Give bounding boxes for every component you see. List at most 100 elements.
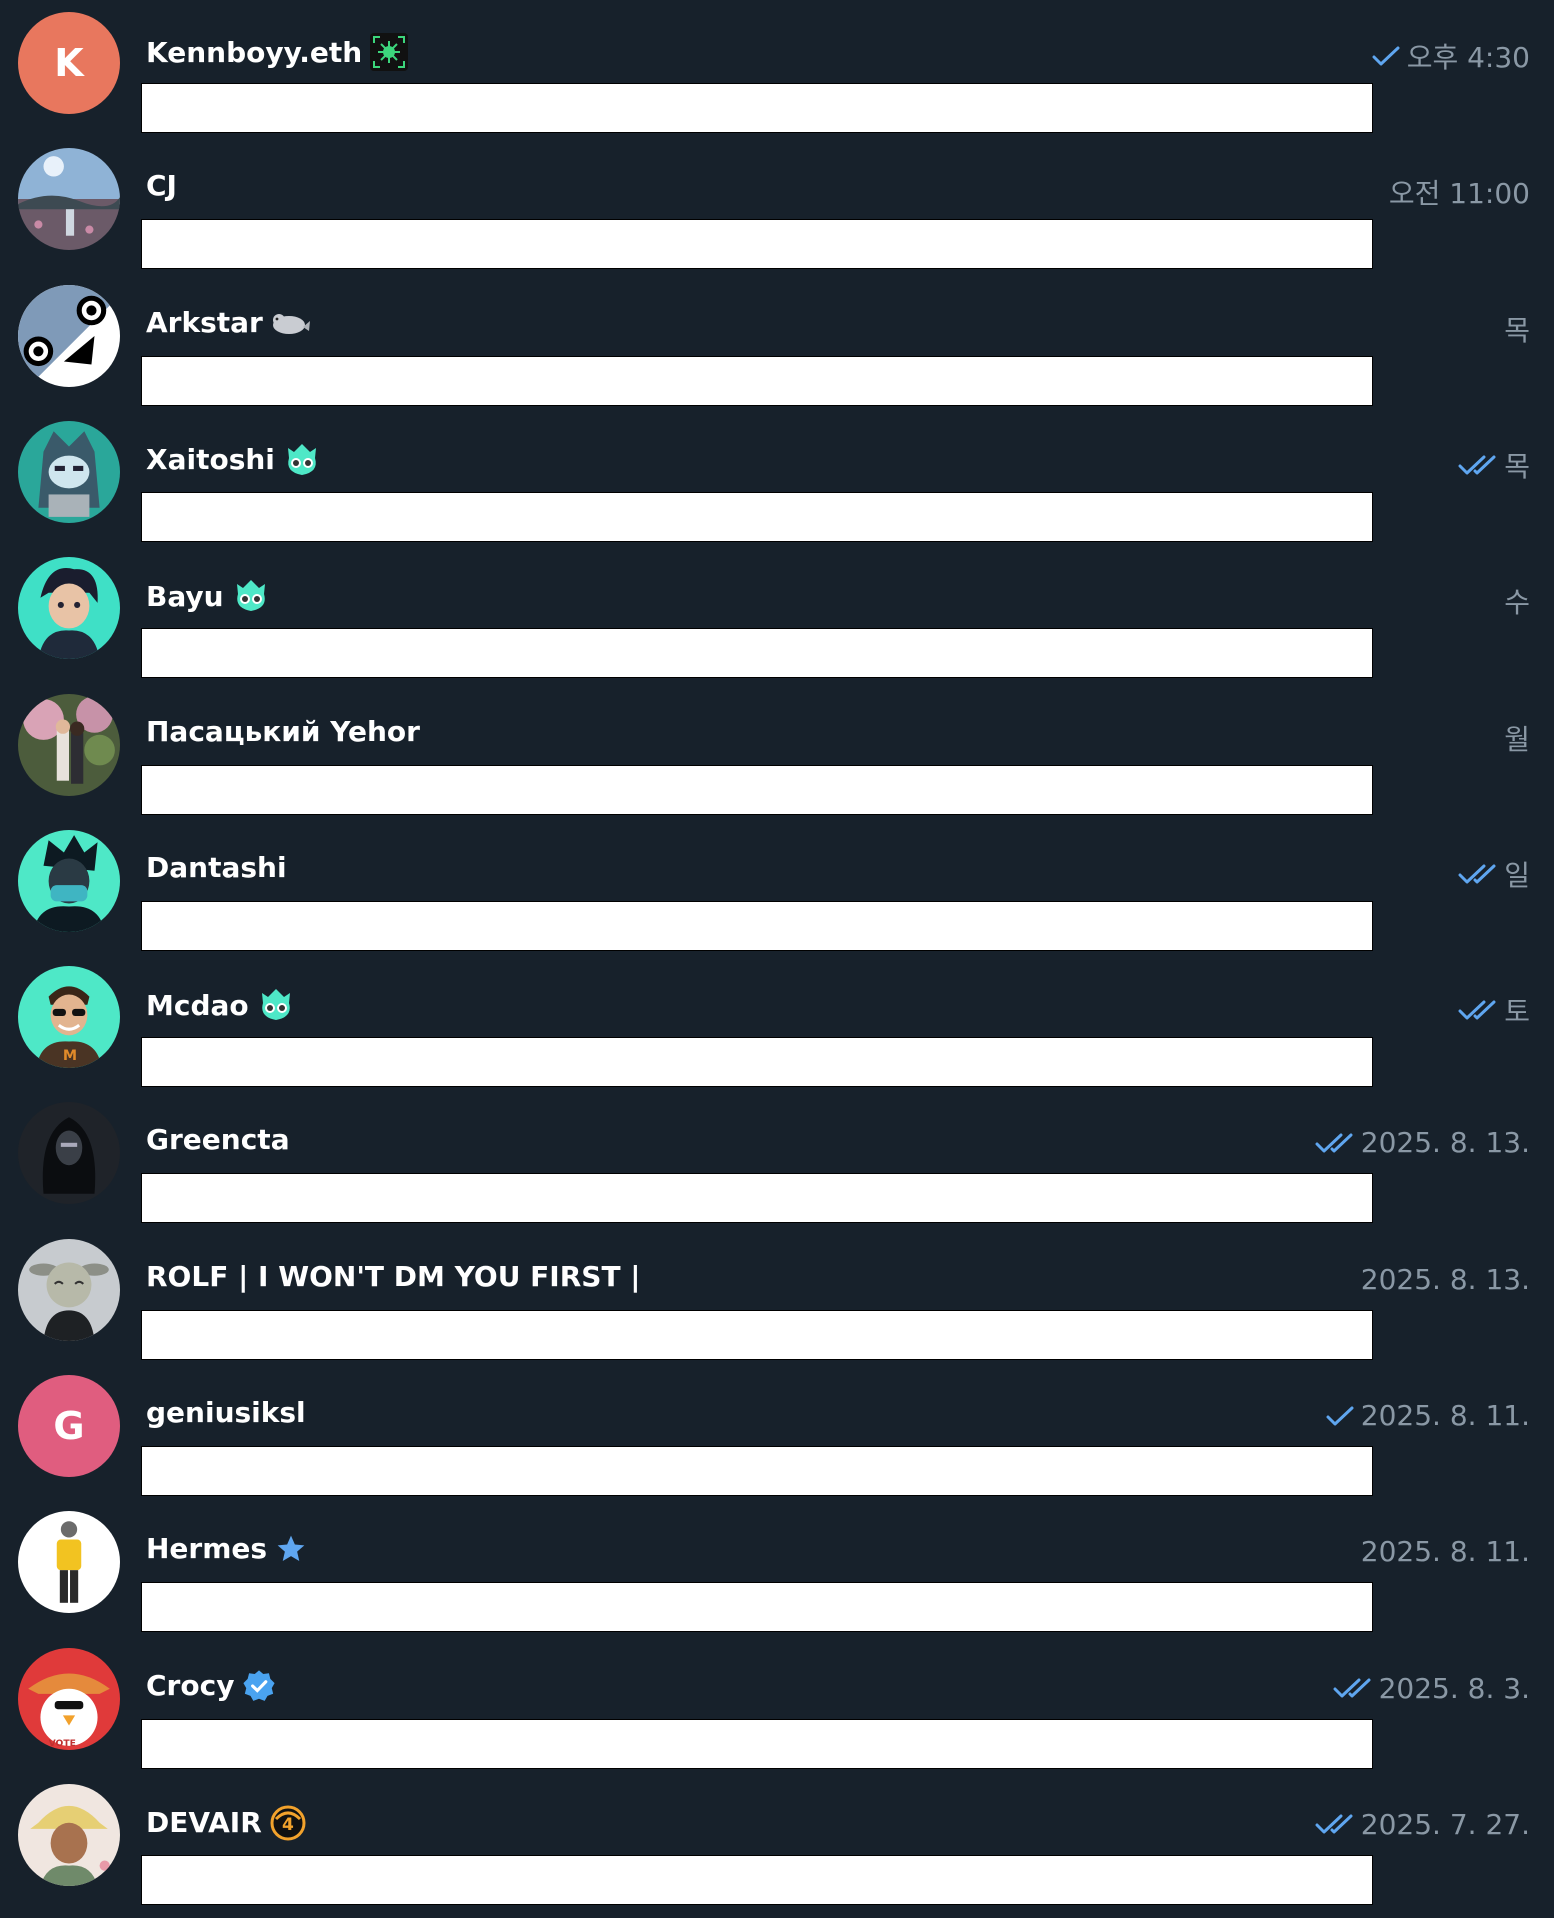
chat-time: 2025. 7. 27. xyxy=(1360,1807,1530,1841)
chat-name: Kennboyy.eth xyxy=(146,33,409,71)
chat-meta: 2025. 8. 13. xyxy=(1361,1263,1530,1296)
chat-item[interactable]: Hermes 2025. 8. 11. xyxy=(0,1499,1554,1635)
message-preview-redacted xyxy=(141,628,1373,679)
chat-name: ROLF | I WON'T DM YOU FIRST | xyxy=(146,1260,641,1293)
chat-item[interactable]: ROLF | I WON'T DM YOU FIRST | 2025. 8. 13… xyxy=(0,1227,1554,1363)
message-preview-redacted xyxy=(141,219,1373,270)
chat-item[interactable]: Greencta 2025. 8. 13. xyxy=(0,1090,1554,1226)
chat-name: Crocy xyxy=(146,1669,276,1703)
message-preview-redacted xyxy=(141,764,1373,815)
message-preview-redacted xyxy=(141,1173,1373,1224)
bucket-hat-avatar[interactable] xyxy=(18,1783,120,1886)
avatar-initial[interactable]: K xyxy=(18,12,120,114)
chat-name: Пасацький Yehor xyxy=(146,715,420,748)
chat-name-text: Mcdao xyxy=(146,988,249,1022)
chat-name: Dantashi xyxy=(146,851,287,884)
chat-name: DEVAIR 4 xyxy=(146,1805,306,1841)
alien-emoji-icon xyxy=(232,578,270,614)
chat-name-text: DEVAIR xyxy=(146,1806,262,1840)
chat-time: 토 xyxy=(1504,995,1530,1029)
chat-item[interactable]: M Mcdao 토 xyxy=(0,954,1554,1090)
chat-name: Xaitoshi xyxy=(146,442,321,478)
chat-meta: 2025. 8. 3. xyxy=(1333,1672,1530,1705)
chat-time: 수 xyxy=(1504,586,1530,620)
chat-name-text: Пасацький Yehor xyxy=(146,714,420,748)
star-badge-icon xyxy=(275,1533,307,1565)
chat-time: 월 xyxy=(1504,722,1530,756)
message-preview-redacted xyxy=(141,83,1373,133)
chat-meta: 일 xyxy=(1458,854,1530,894)
masked-ninja-avatar[interactable] xyxy=(18,829,120,932)
message-preview-redacted xyxy=(141,1309,1373,1360)
chat-name: Mcdao xyxy=(146,987,295,1023)
chat-meta: 월 xyxy=(1504,718,1530,758)
chat-name-text: Hermes xyxy=(146,1532,268,1566)
cartoon-face-avatar[interactable] xyxy=(18,284,120,387)
chat-meta: 토 xyxy=(1458,990,1530,1030)
chat-name-text: Xaitoshi xyxy=(146,443,275,477)
double-check-icon xyxy=(1333,1677,1373,1699)
chat-item[interactable]: Ggeniusiksl 2025. 8. 11. xyxy=(0,1363,1554,1499)
chat-time: 2025. 8. 13. xyxy=(1360,1262,1530,1296)
chat-item[interactable]: Bayu 수 xyxy=(0,545,1554,681)
double-check-icon xyxy=(1458,454,1498,476)
verified-badge-icon xyxy=(242,1669,276,1703)
chat-time: 2025. 8. 11. xyxy=(1360,1399,1530,1432)
chat-name-text: Kennboyy.eth xyxy=(146,35,363,69)
svg-text:VOTE: VOTE xyxy=(49,1738,76,1749)
message-preview-redacted xyxy=(141,1446,1373,1496)
chat-item[interactable]: DEVAIR 4 2025. 7. 27. xyxy=(0,1772,1554,1908)
chat-name: Hermes xyxy=(146,1532,307,1565)
chat-name-text: Crocy xyxy=(146,1669,235,1703)
chat-name-text: Arkstar xyxy=(146,305,263,339)
chat-item[interactable]: Пасацький Yehor 월 xyxy=(0,682,1554,818)
single-check-icon xyxy=(1325,1405,1355,1427)
message-preview-redacted xyxy=(141,355,1373,406)
hooded-character-avatar[interactable] xyxy=(18,420,120,523)
sunglasses-man-avatar[interactable]: M xyxy=(18,966,120,1069)
standing-figure-avatar[interactable] xyxy=(18,1511,120,1614)
svg-text:M: M xyxy=(63,1048,77,1064)
chat-item[interactable]: CJ 오전 11:00 xyxy=(0,136,1554,272)
double-check-icon xyxy=(1458,863,1498,885)
penguin-hat-avatar[interactable]: VOTE xyxy=(18,1647,120,1750)
chat-name-text: CJ xyxy=(146,169,177,203)
chat-item[interactable]: Xaitoshi 목 xyxy=(0,409,1554,545)
svg-text:4: 4 xyxy=(282,1815,294,1835)
bull-head-avatar[interactable] xyxy=(18,1238,120,1341)
chat-name: CJ xyxy=(146,169,177,202)
chat-meta: 수 xyxy=(1504,581,1530,621)
message-preview-redacted xyxy=(141,1718,1373,1769)
chat-name-text: Bayu xyxy=(146,579,224,613)
chat-item[interactable]: Arkstar 목 xyxy=(0,273,1554,409)
chat-meta: 2025. 7. 27. xyxy=(1315,1808,1530,1841)
chat-time: 2025. 8. 11. xyxy=(1360,1535,1530,1569)
chat-item[interactable]: VOTE Crocy 2025. 8. 3. xyxy=(0,1636,1554,1772)
chat-item[interactable]: Dantashi 일 xyxy=(0,818,1554,954)
chat-name: Greencta xyxy=(146,1123,290,1156)
message-preview-redacted xyxy=(141,1854,1373,1905)
double-check-icon xyxy=(1315,1813,1355,1835)
chat-time: 2025. 8. 13. xyxy=(1360,1126,1530,1160)
anime-boy-avatar[interactable] xyxy=(18,557,120,660)
chat-time: 오후 4:30 xyxy=(1406,41,1530,74)
chat-name: Arkstar xyxy=(146,306,311,339)
avatar-initial[interactable]: G xyxy=(18,1375,120,1477)
message-preview-redacted xyxy=(141,1582,1373,1633)
double-check-icon xyxy=(1315,1132,1355,1154)
chat-meta: 2025. 8. 11. xyxy=(1361,1535,1530,1568)
chat-item[interactable]: K Kennboyy.eth 오후 4:30 xyxy=(0,0,1554,136)
hooded-mask-avatar[interactable] xyxy=(18,1102,120,1205)
message-preview-redacted xyxy=(141,491,1373,542)
landscape-photo-avatar[interactable] xyxy=(18,148,120,251)
chat-name-text: geniusiksl xyxy=(146,1396,306,1429)
message-preview-redacted xyxy=(141,1037,1373,1088)
alien-emoji-icon xyxy=(283,442,321,478)
chat-name-text: Dantashi xyxy=(146,850,287,884)
chat-name: Bayu xyxy=(146,578,270,614)
chat-time: 일 xyxy=(1504,858,1530,892)
chat-name: geniusiksl xyxy=(146,1396,306,1429)
chat-time: 목 xyxy=(1504,313,1530,347)
couple-photo-avatar[interactable] xyxy=(18,693,120,796)
four-coin-badge-icon: 4 xyxy=(270,1805,306,1841)
